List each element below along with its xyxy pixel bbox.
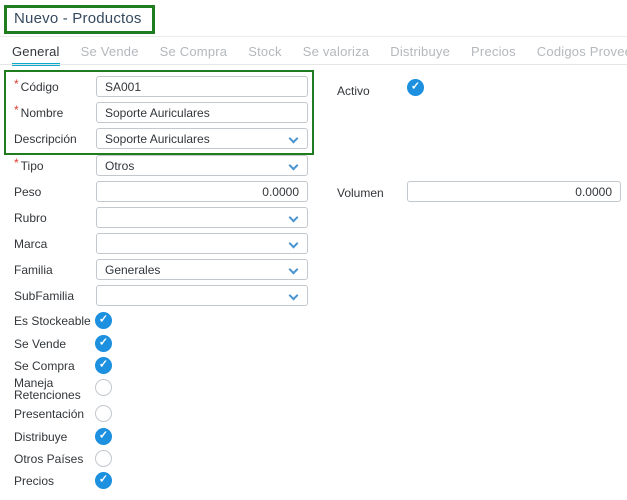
- tab-bar-divider: [0, 64, 627, 65]
- tab-bar: General Se Vende Se Compra Stock Se valo…: [12, 44, 627, 66]
- check-icon: ✓: [99, 360, 108, 371]
- chevron-down-icon: [289, 239, 299, 249]
- se-compra-checkbox[interactable]: ✓: [95, 357, 112, 374]
- chevron-down-icon: [289, 161, 299, 171]
- check-icon: ✓: [99, 315, 108, 326]
- nombre-input[interactable]: [96, 102, 308, 123]
- header-divider: [0, 36, 627, 37]
- product-form-page: Nuevo - Productos General Se Vende Se Co…: [0, 0, 627, 500]
- toggle-row-se-vende: Se Vende ✓: [0, 335, 627, 353]
- field-row-descripcion: Descripción Soporte Auriculares: [0, 128, 627, 149]
- toggle-row-otros-paises: Otros Países ✓: [0, 450, 627, 468]
- volumen-input[interactable]: [407, 181, 621, 202]
- descripcion-label: Descripción: [14, 133, 92, 145]
- se-compra-label: Se Compra: [14, 360, 92, 372]
- descripcion-select-value: Soporte Auriculares: [105, 132, 210, 146]
- field-row-subfamilia: SubFamilia: [0, 285, 627, 306]
- tab-stock[interactable]: Stock: [248, 44, 282, 66]
- descripcion-select[interactable]: Soporte Auriculares: [96, 128, 308, 149]
- toggle-row-precios: Precios ✓: [0, 472, 627, 490]
- field-row-nombre: Nombre: [0, 102, 627, 123]
- volumen-label: Volumen: [337, 186, 407, 200]
- tipo-label: Tipo: [14, 160, 92, 172]
- field-row-marca: Marca: [0, 233, 627, 254]
- marca-select[interactable]: [96, 233, 308, 254]
- es-stockeable-label: Es Stockeable: [14, 315, 92, 327]
- toggle-row-es-stockeable: Es Stockeable ✓: [0, 312, 627, 330]
- distribuye-checkbox[interactable]: ✓: [95, 428, 112, 445]
- presentacion-checkbox[interactable]: ✓: [95, 405, 112, 422]
- familia-select[interactable]: Generales: [96, 259, 308, 280]
- chevron-down-icon: [289, 213, 299, 223]
- subfamilia-label: SubFamilia: [14, 290, 92, 302]
- activo-label: Activo: [337, 84, 407, 98]
- tipo-select-value: Otros: [105, 159, 134, 173]
- field-row-rubro: Rubro: [0, 207, 627, 228]
- chevron-down-icon: [289, 134, 299, 144]
- otros-paises-checkbox[interactable]: ✓: [95, 450, 112, 467]
- se-vende-label: Se Vende: [14, 338, 92, 350]
- tab-general[interactable]: General: [12, 44, 60, 66]
- familia-select-value: Generales: [105, 263, 160, 277]
- field-row-familia: Familia Generales: [0, 259, 627, 280]
- toggle-row-distribuye: Distribuye ✓: [0, 428, 627, 446]
- title-highlight-box: Nuevo - Productos: [4, 5, 155, 34]
- tab-codigos-proveedor[interactable]: Codigos Proveedor: [537, 44, 627, 66]
- marca-label: Marca: [14, 238, 92, 250]
- peso-input[interactable]: [96, 181, 308, 202]
- check-icon: ✓: [411, 82, 420, 93]
- familia-label: Familia: [14, 264, 92, 276]
- precios-checkbox[interactable]: ✓: [95, 472, 112, 489]
- chevron-down-icon: [289, 265, 299, 275]
- maneja-retenciones-label: Maneja Retenciones: [14, 377, 92, 401]
- distribuye-label: Distribuye: [14, 431, 92, 443]
- check-icon: ✓: [99, 431, 108, 442]
- maneja-retenciones-checkbox[interactable]: ✓: [95, 379, 112, 396]
- otros-paises-label: Otros Países: [14, 453, 92, 465]
- tab-distribuye[interactable]: Distribuye: [390, 44, 450, 66]
- tab-se-vende[interactable]: Se Vende: [81, 44, 139, 66]
- se-vende-checkbox[interactable]: ✓: [95, 335, 112, 352]
- precios-label: Precios: [14, 475, 92, 487]
- tab-precios[interactable]: Precios: [471, 44, 516, 66]
- tipo-select[interactable]: Otros: [96, 155, 308, 176]
- peso-label: Peso: [14, 186, 92, 198]
- toggle-row-presentacion: Presentación ✓: [0, 405, 627, 423]
- es-stockeable-checkbox[interactable]: ✓: [95, 312, 112, 329]
- page-title: Nuevo - Productos: [14, 10, 142, 27]
- chevron-down-icon: [289, 291, 299, 301]
- nombre-label: Nombre: [14, 107, 92, 119]
- tab-se-compra[interactable]: Se Compra: [160, 44, 228, 66]
- toggle-row-maneja-retenciones: Maneja Retenciones ✓: [0, 377, 627, 407]
- check-icon: ✓: [99, 338, 108, 349]
- activo-checkbox[interactable]: ✓: [407, 79, 424, 96]
- presentacion-label: Presentación: [14, 408, 92, 420]
- rubro-label: Rubro: [14, 212, 92, 224]
- toggle-row-se-compra: Se Compra ✓: [0, 357, 627, 375]
- field-row-peso: Peso Volumen: [0, 181, 627, 202]
- subfamilia-select[interactable]: [96, 285, 308, 306]
- tab-se-valoriza[interactable]: Se valoriza: [303, 44, 370, 66]
- rubro-select[interactable]: [96, 207, 308, 228]
- check-icon: ✓: [99, 475, 108, 486]
- field-row-tipo: Tipo Otros: [0, 155, 627, 176]
- field-row-activo: Activo ✓: [0, 79, 627, 100]
